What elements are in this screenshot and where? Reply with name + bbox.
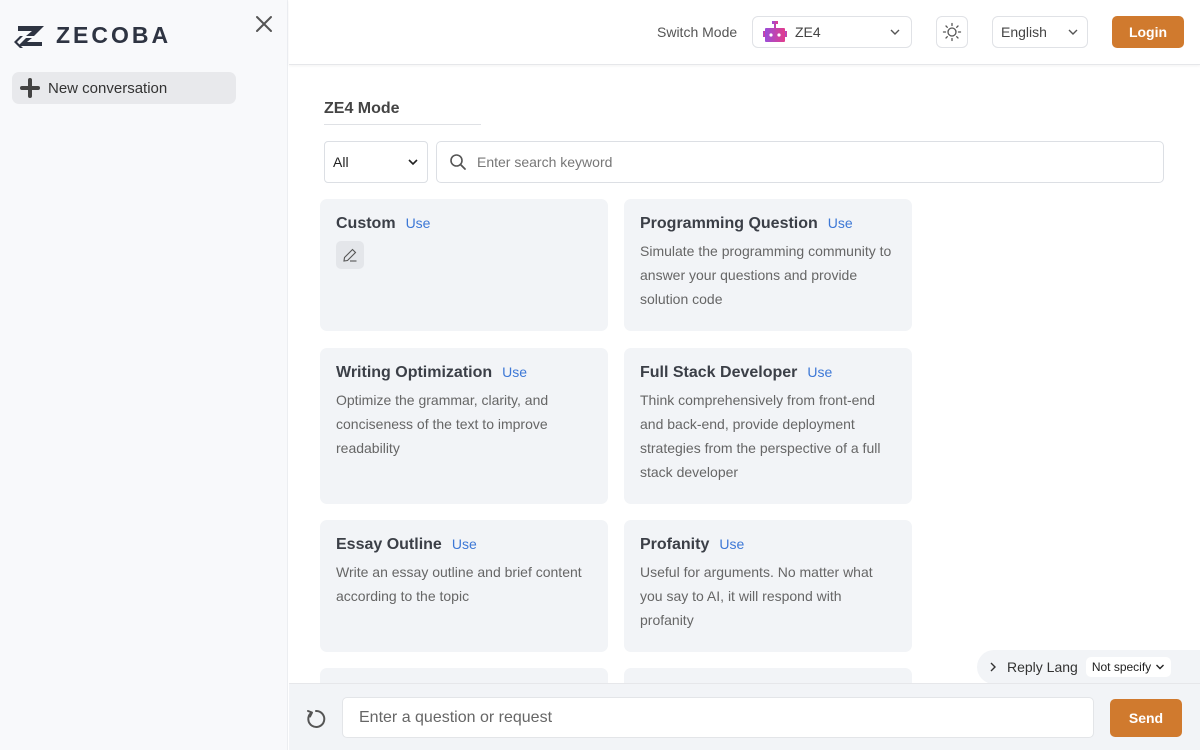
- reply-lang-bar: Reply Lang Not specify: [977, 650, 1200, 684]
- category-select[interactable]: All: [324, 141, 428, 183]
- header: Switch Mode ZE4 English Login: [289, 0, 1200, 65]
- chevron-down-icon: [1068, 29, 1078, 35]
- mode-card: Full Stack Developer Use Think comprehen…: [624, 348, 912, 504]
- pencil-icon: [343, 248, 357, 262]
- mode-card: [624, 668, 912, 683]
- mode-card: Essay Outline Use Write an essay outline…: [320, 520, 608, 652]
- sun-icon: [942, 22, 962, 42]
- refresh-icon: [307, 709, 326, 728]
- mode-card: Writing Optimization Use Optimize the gr…: [320, 348, 608, 504]
- card-name: Profanity: [640, 536, 710, 553]
- logo: ZECOBA: [12, 22, 171, 49]
- card-name: Programming Question: [640, 215, 818, 232]
- send-button[interactable]: Send: [1110, 699, 1182, 737]
- chevron-down-icon: [408, 159, 418, 166]
- use-link[interactable]: Use: [406, 215, 431, 231]
- card-name: Full Stack Developer: [640, 364, 798, 381]
- main-content: ZE4 Mode All Custom Use Programming Ques…: [289, 66, 1200, 683]
- category-value: All: [333, 154, 349, 170]
- brand-name: ZECOBA: [56, 22, 172, 48]
- card-description: Think comprehensively from front-end and…: [640, 392, 881, 480]
- card-description: Useful for arguments. No matter what you…: [640, 564, 873, 628]
- reset-button[interactable]: [305, 708, 327, 730]
- chat-input-bar: Send: [289, 683, 1200, 750]
- question-input[interactable]: [342, 697, 1094, 738]
- use-link[interactable]: Use: [719, 536, 744, 552]
- use-link[interactable]: Use: [502, 364, 527, 380]
- use-link[interactable]: Use: [452, 536, 477, 552]
- login-button[interactable]: Login: [1112, 16, 1184, 48]
- switch-mode-label: Switch Mode: [657, 24, 738, 40]
- language-select[interactable]: English: [992, 16, 1088, 48]
- search-icon: [450, 154, 466, 170]
- mode-title: ZE4 Mode: [324, 100, 481, 125]
- edit-button[interactable]: [336, 241, 364, 269]
- reply-lang-label: Reply Lang: [1007, 659, 1078, 675]
- card-description: Simulate the programming community to an…: [640, 243, 892, 307]
- new-conversation-button[interactable]: New conversation: [12, 72, 236, 104]
- plus-icon: [20, 78, 40, 98]
- sidebar: ZECOBA New conversation: [0, 0, 288, 750]
- mode-card: Profanity Use Useful for arguments. No m…: [624, 520, 912, 652]
- mode-select[interactable]: ZE4: [752, 16, 912, 48]
- use-link[interactable]: Use: [828, 215, 853, 231]
- card-description: Write an essay outline and brief content…: [336, 564, 582, 604]
- mode-card: Custom Use: [320, 199, 608, 331]
- card-name: Essay Outline: [336, 536, 442, 553]
- card-name: Custom: [336, 215, 396, 232]
- mode-card: Programming Question Use Simulate the pr…: [624, 199, 912, 331]
- search-input[interactable]: [477, 154, 1151, 170]
- theme-toggle-button[interactable]: [936, 16, 968, 48]
- chevron-down-icon: [1156, 664, 1165, 670]
- new-conversation-label: New conversation: [48, 79, 168, 97]
- reply-lang-select[interactable]: Not specify: [1085, 657, 1172, 677]
- zecoba-logo-icon: [14, 25, 44, 48]
- mode-card: [320, 668, 608, 683]
- chevron-right-icon[interactable]: [987, 661, 999, 673]
- mode-value: ZE4: [795, 24, 821, 40]
- robot-icon: [763, 21, 787, 42]
- close-sidebar-button[interactable]: [252, 12, 276, 36]
- search-box[interactable]: [436, 141, 1164, 183]
- reply-lang-value: Not specify: [1091, 660, 1152, 674]
- card-description: Optimize the grammar, clarity, and conci…: [336, 392, 549, 456]
- language-value: English: [1001, 24, 1047, 40]
- chevron-down-icon: [890, 29, 900, 35]
- close-icon: [256, 16, 272, 32]
- card-name: Writing Optimization: [336, 364, 493, 381]
- use-link[interactable]: Use: [807, 364, 832, 380]
